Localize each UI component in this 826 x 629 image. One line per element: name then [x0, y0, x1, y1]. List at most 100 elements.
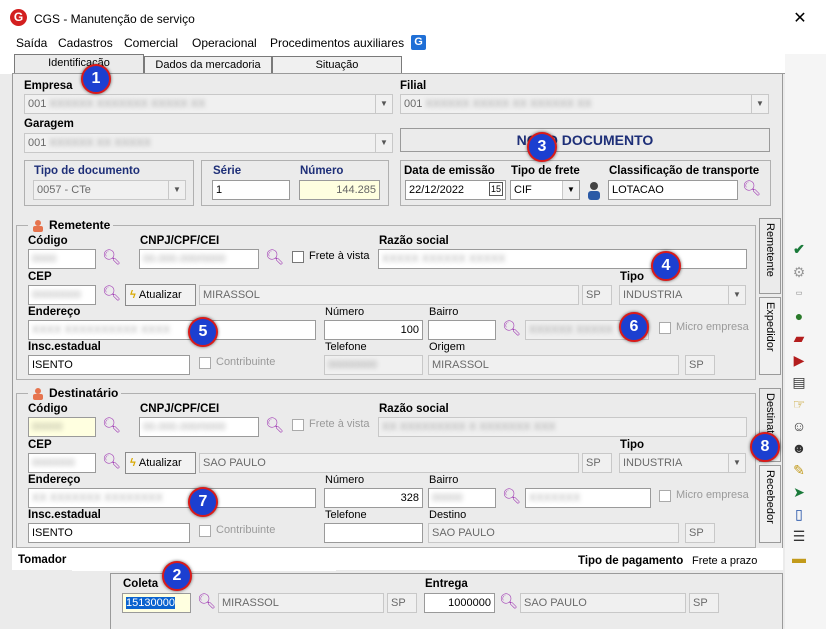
dest-numero-input[interactable]: 328: [324, 488, 423, 508]
checkmark-icon[interactable]: ✔: [789, 239, 809, 259]
dest-cnpj-input[interactable]: 00.000.000/0000: [139, 417, 259, 437]
destinatario-title: Destinatário: [28, 386, 122, 401]
garagem-select[interactable]: 001 XXXXXX XX XXXXX ▼: [24, 133, 393, 153]
menu-operacional[interactable]: Operacional: [192, 36, 257, 50]
g-shortcut-icon[interactable]: G: [411, 35, 426, 50]
dest-razao-label: Razão social: [379, 403, 449, 415]
vtab-remetente[interactable]: Remetente: [759, 218, 781, 294]
entrega-cep-input[interactable]: 1000000: [424, 593, 495, 613]
close-button[interactable]: ✕: [790, 8, 810, 28]
search-icon[interactable]: 🔍︎: [102, 417, 121, 435]
dest-atualizar-button[interactable]: ϟ Atualizar: [125, 452, 196, 474]
dest-razao-input[interactable]: XX XXXXXXXXX X XXXXXXX XXX: [378, 417, 747, 437]
eraser-icon[interactable]: ▰: [789, 328, 809, 348]
chevron-down-icon: ▼: [562, 181, 579, 199]
rem-numero-input[interactable]: 100: [324, 320, 423, 340]
rem-contribuinte-checkbox[interactable]: [199, 357, 211, 369]
dest-insc-input[interactable]: ISENTO: [28, 523, 190, 543]
dest-cep-input[interactable]: 0000000: [28, 453, 96, 473]
tab-situacao[interactable]: Situação: [272, 56, 402, 74]
truck-icon[interactable]: ▶: [789, 350, 809, 370]
rem-razao-blurred: XXXXX XXXXXX XXXXX: [382, 253, 506, 265]
tipo-documento-select[interactable]: 0057 - CTe ▼: [33, 180, 186, 200]
app-logo-icon: G: [10, 9, 27, 26]
search-icon[interactable]: 🔍︎: [502, 320, 521, 338]
rem-endereco-input[interactable]: XXXX XXXXXXXXXX XXXX: [28, 320, 316, 340]
data-emissao-input[interactable]: 22/12/2022 15: [405, 180, 506, 200]
notes-icon[interactable]: ✎: [789, 460, 809, 480]
coleta-cep-value: 15130000: [126, 597, 175, 609]
rem-insc-input[interactable]: ISENTO: [28, 355, 190, 375]
rem-cep-input[interactable]: 00000000: [28, 285, 96, 305]
user-edit-icon[interactable]: ☺: [789, 416, 809, 436]
rem-bairro-input[interactable]: [428, 320, 496, 340]
menu-saida[interactable]: Saída: [16, 36, 47, 50]
globe-icon[interactable]: ●: [789, 306, 809, 326]
documents-icon[interactable]: ▤: [789, 372, 809, 392]
dest-micro-empresa-checkbox[interactable]: [659, 490, 671, 502]
search-icon[interactable]: 🔍︎: [499, 593, 518, 611]
dest-bairro-input[interactable]: 00000: [428, 488, 496, 508]
dest-tipo-select[interactable]: INDUSTRIA ▼: [619, 453, 746, 473]
rem-atualizar-button[interactable]: ϟ Atualizar: [125, 284, 196, 306]
data-emissao-value: 22/12/2022: [409, 184, 465, 196]
rem-razao-input[interactable]: XXXXX XXXXXX XXXXX: [378, 249, 747, 269]
garagem-label: Garagem: [24, 118, 74, 130]
arrow-icon[interactable]: ➤: [789, 482, 809, 502]
menu-procedimentos[interactable]: Procedimentos auxiliares: [270, 36, 404, 50]
lightning-icon: ϟ: [130, 289, 136, 301]
user-search-icon[interactable]: ☻: [789, 438, 809, 458]
ciot-icon[interactable]: ▭: [789, 284, 809, 304]
rem-origem-label: Origem: [429, 341, 466, 353]
rem-frete-vista-checkbox[interactable]: [292, 251, 304, 263]
numero-doc-input[interactable]: 144.285: [299, 180, 380, 200]
dest-contribuinte-checkbox[interactable]: [199, 525, 211, 537]
gears-icon[interactable]: ⚙: [789, 262, 809, 282]
search-icon[interactable]: 🔍︎: [265, 249, 284, 267]
tab-dados-mercadoria[interactable]: Dados da mercadoria: [144, 56, 272, 74]
dest-contribuinte-label: Contribuinte: [216, 524, 276, 536]
empresa-select[interactable]: 001 XXXXXX XXXXXXX XXXXX XX ▼: [24, 94, 393, 114]
dest-endereco-input[interactable]: XX XXXXXXX XXXXXXXX: [28, 488, 316, 508]
tomador-field[interactable]: [72, 551, 336, 571]
garagem-name-blurred: XXXXXX XX XXXXX: [49, 137, 151, 149]
dest-frete-vista-checkbox[interactable]: [292, 419, 304, 431]
person-lookup-icon[interactable]: [584, 179, 604, 201]
classificacao-label: Classificação de transporte: [609, 165, 760, 177]
rem-insc-label: Insc.estadual: [28, 341, 101, 353]
search-icon[interactable]: 🔍︎: [102, 453, 121, 471]
coleta-cep-input[interactable]: 15130000: [122, 593, 191, 613]
search-icon[interactable]: 🔍︎: [102, 285, 121, 303]
rem-tipo-select[interactable]: INDUSTRIA ▼: [619, 285, 746, 305]
serie-input[interactable]: 1: [212, 180, 290, 200]
vtab-expedidor[interactable]: Expedidor: [759, 297, 781, 375]
rem-codigo-input[interactable]: 0000: [28, 249, 96, 269]
search-icon[interactable]: 🔍︎: [265, 417, 284, 435]
rem-micro-empresa-checkbox[interactable]: [659, 322, 671, 334]
filial-code: 001: [404, 98, 423, 110]
dest-bairro-code-blurred: 00000: [432, 492, 463, 504]
book-icon[interactable]: ▯: [789, 504, 809, 524]
search-icon[interactable]: 🔍︎: [197, 593, 216, 611]
dest-telefone-field[interactable]: [324, 523, 423, 543]
menu-cadastros[interactable]: Cadastros: [58, 36, 113, 50]
window-title: CGS - Manutenção de serviço: [34, 12, 195, 26]
user-list-icon[interactable]: ☰: [789, 526, 809, 546]
tab-identificacao[interactable]: Identificação: [14, 54, 144, 74]
dest-codigo-input[interactable]: 00000: [28, 417, 96, 437]
dest-numero-label: Número: [325, 474, 365, 486]
panel-border-left: [12, 73, 13, 548]
pointing-hand-icon[interactable]: ☞: [789, 394, 809, 414]
tipo-frete-select[interactable]: CIF ▼: [510, 180, 580, 200]
vtab-recebedor[interactable]: Recebedor: [759, 465, 781, 543]
calendar-icon[interactable]: 15: [489, 182, 503, 196]
money-icon[interactable]: ▬: [789, 548, 809, 568]
filial-select[interactable]: 001 XXXXXX XXXXX XX XXXXXX XX ▼: [400, 94, 769, 114]
search-icon[interactable]: 🔍︎: [102, 249, 121, 267]
person-icon: [31, 387, 45, 401]
classificacao-input[interactable]: LOTACAO: [608, 180, 738, 200]
search-icon[interactable]: 🔍︎: [742, 180, 761, 198]
rem-cnpj-input[interactable]: 00.000.000/0000: [139, 249, 259, 269]
menu-comercial[interactable]: Comercial: [124, 36, 178, 50]
search-icon[interactable]: 🔍︎: [502, 488, 521, 506]
